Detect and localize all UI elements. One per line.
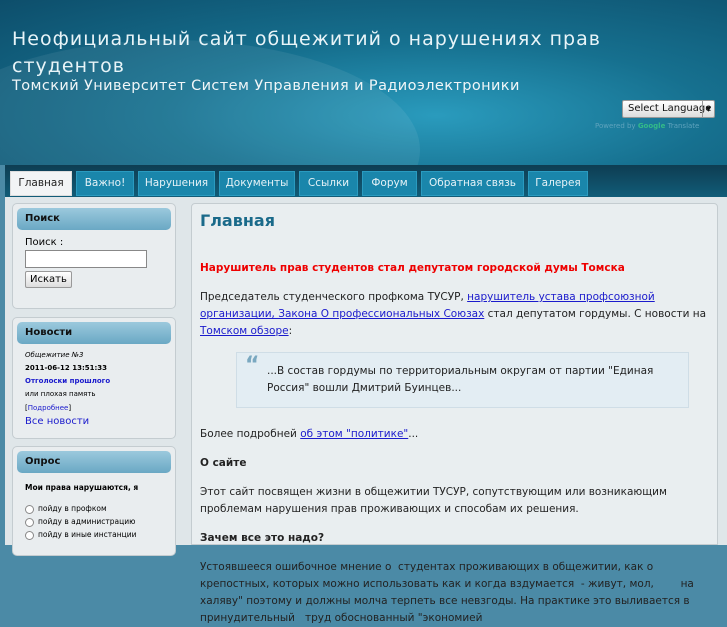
search-label: Поиск :: [25, 237, 64, 248]
blockquote: “ ...В состав гордумы по территориальным …: [236, 352, 689, 408]
poll-option[interactable]: пойду в иные инстанции: [25, 528, 175, 541]
news-headline-link[interactable]: Отголоски прошлого: [25, 375, 175, 388]
quote-text: ...В состав гордумы по территориальным о…: [267, 365, 654, 394]
language-select[interactable]: Select Language ▼: [622, 100, 715, 118]
article-paragraph: Председатель студенческого профкома ТУСУ…: [200, 289, 709, 340]
bracket: ]: [68, 404, 72, 412]
poll-option-label: пойду в иные инстанции: [38, 530, 137, 539]
language-select-label: Select Language: [628, 103, 712, 114]
quote-icon: “: [245, 353, 260, 378]
about-text: Этот сайт посвящен жизни в общежитии ТУС…: [200, 486, 667, 515]
radio-button[interactable]: [25, 504, 34, 514]
site-subtitle: Томский Университет Систем Управления и …: [12, 78, 520, 94]
tab-gallery[interactable]: Галерея: [528, 171, 588, 196]
poll-option[interactable]: пойду в администрацию: [25, 515, 175, 528]
google-logo: Google: [637, 122, 666, 130]
chevron-down-icon: ▼: [702, 101, 714, 117]
tomsk-review-link[interactable]: Томском обзоре: [200, 325, 289, 337]
tab-documents[interactable]: Документы: [219, 171, 295, 196]
page-title: Главная: [200, 211, 275, 230]
more-paragraph: Более подробней об этом "политике"...: [200, 426, 709, 443]
text: стал депутатом гордумы. С новости на: [484, 308, 707, 320]
search-button[interactable]: Искать: [25, 271, 72, 288]
translate-text: Translate: [667, 122, 700, 130]
why-heading: Зачем все это надо?: [200, 532, 325, 544]
poll-option[interactable]: пойду в профком: [25, 502, 175, 515]
news-category: Общежитие №3: [25, 351, 84, 359]
tab-links[interactable]: Ссылки: [299, 171, 358, 196]
tab-important[interactable]: Важно!: [76, 171, 134, 196]
tab-forum[interactable]: Форум: [362, 171, 417, 196]
radio-button[interactable]: [25, 530, 34, 540]
poll-option-label: пойду в профком: [38, 504, 107, 513]
tab-home[interactable]: Главная: [10, 171, 72, 196]
text: :: [288, 325, 293, 337]
poll-box-title: Опрос: [17, 451, 171, 473]
tab-feedback[interactable]: Обратная связь: [421, 171, 524, 196]
all-news-link[interactable]: Все новости: [25, 415, 175, 428]
powered-by-google: Powered by Google Translate: [595, 122, 699, 130]
about-heading: О сайте: [200, 457, 247, 469]
news-box: Новости Общежитие №3 2011-06-12 13:51:33…: [12, 317, 176, 439]
text: ...: [408, 428, 419, 440]
text: Более подробней: [200, 428, 301, 440]
news-date: 2011-06-12 13:51:33: [25, 364, 108, 372]
search-box: Поиск Поиск : Искать: [12, 203, 176, 309]
news-teaser: или плохая память: [25, 390, 96, 398]
politician-link[interactable]: об этом "политике": [300, 428, 408, 440]
article-headline: Нарушитель прав студентов стал депутатом…: [200, 262, 625, 274]
news-box-title: Новости: [17, 322, 171, 344]
poll-question: Мои права нарушаются, я: [25, 483, 139, 492]
poll-option-label: пойду в администрацию: [38, 517, 136, 526]
main-nav: Главная Важно! Нарушения Документы Ссылк…: [5, 165, 727, 197]
tab-violations[interactable]: Нарушения: [138, 171, 215, 196]
text: Председатель студенческого профкома ТУСУ…: [200, 291, 468, 303]
site-title: Неофициальный сайт общежитий о нарушения…: [12, 28, 601, 77]
why-text: Устоявшееся ошибочное мнение о студентах…: [200, 561, 698, 624]
main-content: Главная Нарушитель прав студентов стал д…: [191, 203, 718, 624]
site-header: Неофициальный сайт общежитий о нарушения…: [0, 0, 727, 165]
news-more-link[interactable]: Подробнее: [28, 404, 69, 412]
radio-button[interactable]: [25, 517, 34, 527]
search-box-title: Поиск: [17, 208, 171, 230]
powered-by-text: Powered by: [595, 122, 636, 130]
search-input[interactable]: [25, 250, 147, 268]
poll-box: Опрос Мои права нарушаются, я пойду в пр…: [12, 446, 176, 556]
